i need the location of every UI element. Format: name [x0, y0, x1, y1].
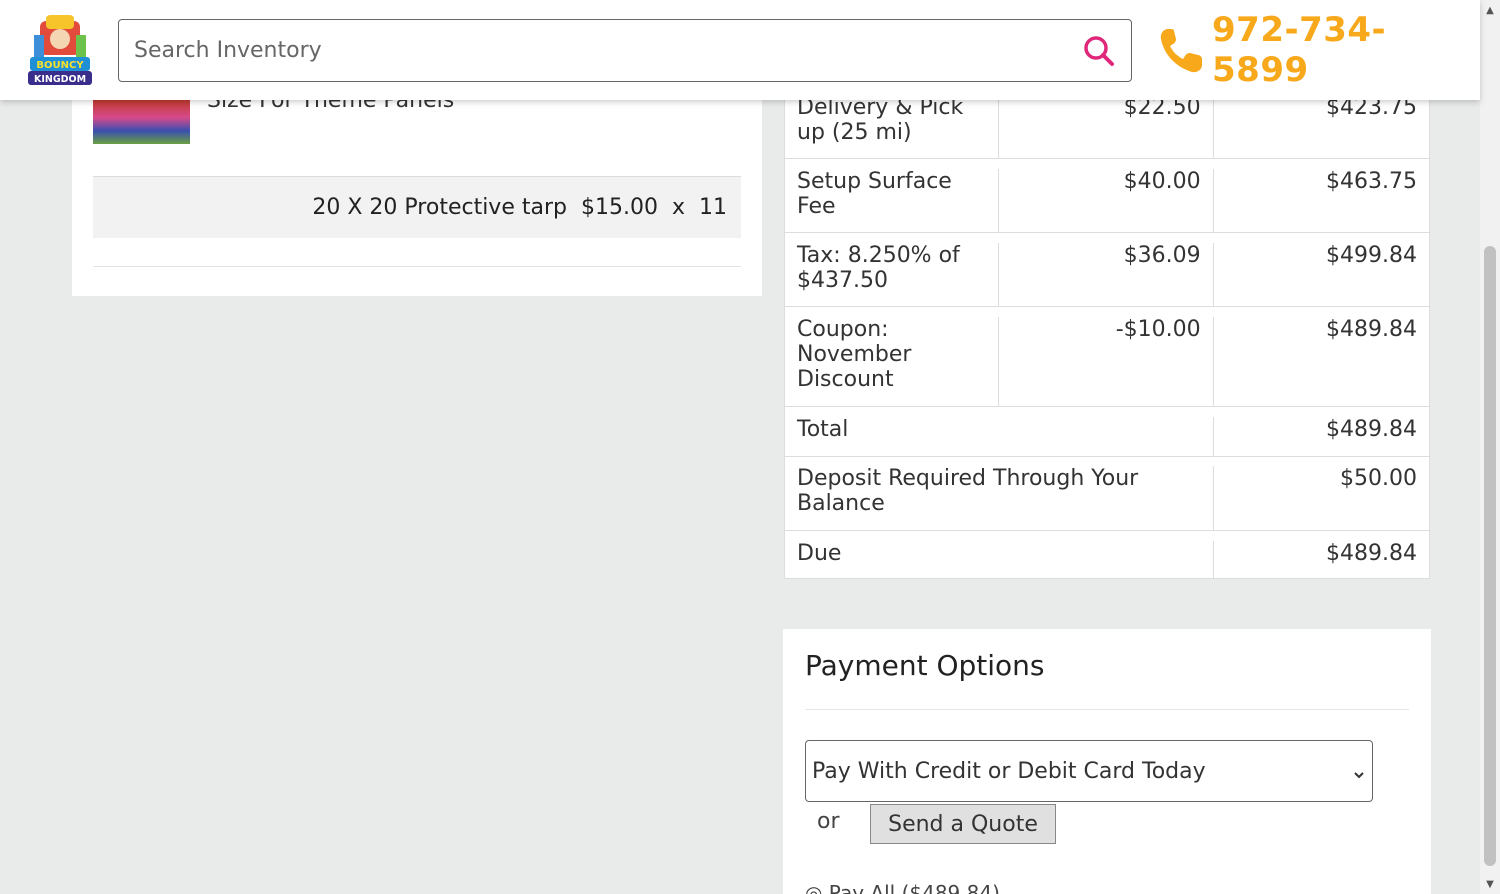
payment-options-card: Payment Options Pay With Credit or Debit…	[783, 629, 1431, 894]
page-scrollbar[interactable]: ▲ ▼	[1480, 0, 1500, 894]
addon-row: 20 X 20 Protective tarp $15.00 x 11	[93, 176, 741, 238]
scroll-thumb[interactable]	[1484, 246, 1496, 866]
deposit-value: $50.00	[1340, 466, 1417, 491]
row-label: Coupon: November Discount	[785, 317, 1000, 406]
send-quote-button[interactable]: Send a Quote	[870, 804, 1056, 844]
row-amount: -$10.00	[999, 317, 1214, 406]
divider	[805, 709, 1409, 710]
row-running-total: $463.75	[1326, 169, 1417, 194]
pay-all-radio[interactable]: ◎ Pay All ($489.84)	[805, 881, 1000, 894]
due-row: Due $489.84	[785, 530, 1429, 578]
due-value: $489.84	[1326, 541, 1417, 566]
svg-text:KINGDOM: KINGDOM	[34, 74, 86, 85]
bouncy-kingdom-logo[interactable]: BOUNCY KINGDOM	[26, 13, 94, 87]
row-label: Tax: 8.250% of $437.50	[785, 243, 1000, 306]
row-running-total: $489.84	[1326, 317, 1417, 342]
row-amount: $40.00	[999, 169, 1214, 232]
deposit-row: Deposit Required Through Your Balance $5…	[785, 456, 1429, 530]
table-row: Tax: 8.250% of $437.50 $36.09 $499.84	[785, 232, 1429, 306]
total-row: Total $489.84	[785, 406, 1429, 456]
site-header: BOUNCY KINGDOM 972-734-5899	[0, 0, 1480, 100]
search-box	[118, 19, 1132, 82]
cart-items-card: Size For Theme Panels 20 X 20 Protective…	[72, 88, 762, 296]
addon-name: 20 X 20 Protective tarp	[312, 195, 567, 220]
row-label: Setup Surface Fee	[785, 169, 1000, 232]
table-row: Coupon: November Discount -$10.00 $489.8…	[785, 306, 1429, 406]
svg-text:BOUNCY: BOUNCY	[36, 60, 84, 71]
phone-icon	[1158, 25, 1206, 75]
totals-table: Delivery & Pick up (25 mi) $22.50 $423.7…	[784, 80, 1430, 579]
total-label: Total	[785, 417, 1214, 456]
addon-times: x	[671, 195, 685, 220]
addon-price: $15.00	[580, 195, 658, 220]
row-amount: $22.50	[999, 95, 1214, 158]
or-text: or	[817, 809, 840, 834]
payment-options-title: Payment Options	[805, 649, 1045, 682]
payment-method-select[interactable]: Pay With Credit or Debit Card Today	[805, 740, 1373, 802]
search-input[interactable]	[119, 20, 1049, 81]
total-value: $489.84	[1326, 417, 1417, 442]
scroll-down-icon[interactable]: ▼	[1480, 874, 1500, 894]
row-running-total: $423.75	[1326, 95, 1417, 120]
item-thumbnail[interactable]	[93, 100, 190, 144]
scroll-up-icon[interactable]: ▲	[1480, 0, 1500, 20]
phone-number[interactable]: 972-734-5899	[1212, 10, 1480, 90]
addon-qty: 11	[699, 195, 727, 220]
row-label: Delivery & Pick up (25 mi)	[785, 95, 1000, 158]
divider	[93, 266, 741, 267]
payment-method-value: Pay With Credit or Debit Card Today	[812, 758, 1206, 784]
chevron-down-icon	[1352, 763, 1366, 779]
search-icon[interactable]	[1081, 33, 1117, 69]
due-label: Due	[785, 541, 1214, 578]
deposit-label: Deposit Required Through Your Balance	[785, 466, 1214, 530]
table-row: Setup Surface Fee $40.00 $463.75	[785, 158, 1429, 232]
row-amount: $36.09	[999, 243, 1214, 306]
row-running-total: $499.84	[1326, 243, 1417, 268]
phone-link[interactable]: 972-734-5899	[1158, 10, 1480, 90]
